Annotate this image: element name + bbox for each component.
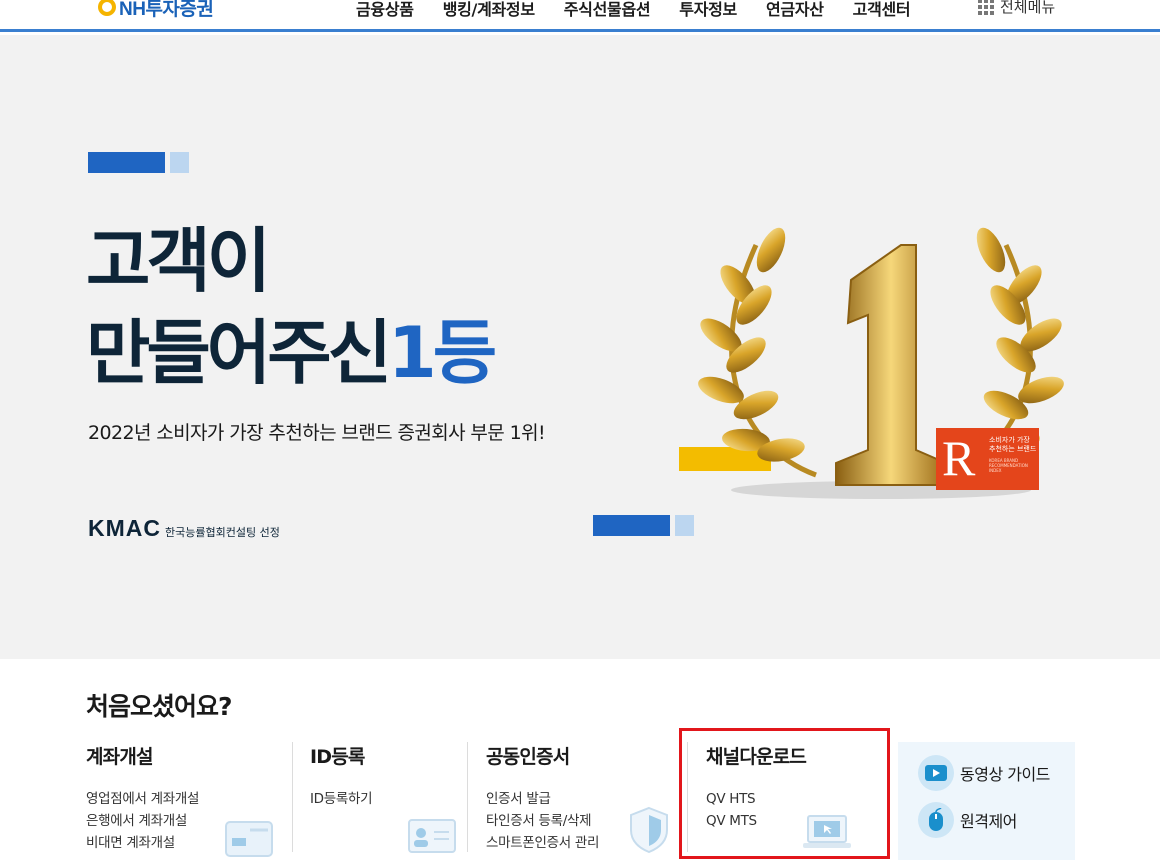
hero-title-line1: 고객이 (86, 220, 271, 302)
column-divider (292, 742, 293, 852)
decor-bar-blue-2 (593, 515, 670, 536)
main-nav: 금융상품 뱅킹/계좌정보 주식선물옵션 투자정보 연금자산 고객센터 (356, 0, 939, 20)
help-box: 동영상 가이드 원격제어 (898, 742, 1075, 860)
column-divider (467, 742, 468, 852)
nav-item-investment-info[interactable]: 투자정보 (679, 0, 737, 20)
logo-mark-icon (98, 0, 116, 16)
id-register-section: ID등록 ID등록하기 (310, 742, 460, 860)
badge-caption: 소비자가 가장 추천하는 브랜드 (989, 436, 1037, 453)
remote-control-label: 원격제어 (960, 812, 1017, 831)
brand-award-badge: R 소비자가 가장 추천하는 브랜드 KOREA BRAND RECOMMEND… (936, 428, 1039, 490)
hero-subtitle: 2022년 소비자가 가장 추천하는 브랜드 증권회사 부문 1위! (88, 422, 546, 444)
nav-item-stocks-futures[interactable]: 주식선물옵션 (564, 0, 651, 20)
remote-control-button[interactable]: 원격제어 (918, 802, 1017, 838)
hero-title-line2: 만들어주신1등 (86, 312, 497, 394)
id-register-link[interactable]: ID등록하기 (310, 788, 460, 810)
decor-bar-blue (88, 152, 165, 173)
video-guide-label: 동영상 가이드 (960, 765, 1050, 784)
site-header: NH투자증권 금융상품 뱅킹/계좌정보 주식선물옵션 투자정보 연금자산 고객센… (0, 0, 1160, 32)
kmac-logo: KMAC 한국능률협회컨설팅 선정 (88, 515, 280, 542)
nav-item-banking[interactable]: 뱅킹/계좌정보 (443, 0, 535, 20)
play-icon (918, 755, 954, 791)
account-opening-title: 계좌개설 (86, 746, 154, 768)
kmac-caption: 한국능률협회컨설팅 선정 (165, 526, 280, 539)
certificate-title: 공동인증서 (486, 746, 570, 768)
hero-title: 고객이 만들어주신1등 (86, 215, 497, 399)
hero-title-accent: 1등 (388, 312, 497, 394)
nav-item-customer-center[interactable]: 고객센터 (853, 0, 911, 20)
id-card-icon (408, 819, 456, 853)
grid-icon (978, 0, 994, 15)
brand-logo[interactable]: NH투자증권 (98, 0, 214, 20)
badge-small-caption: KOREA BRAND RECOMMENDATION INDEX (989, 458, 1028, 473)
decor-bar-light (170, 152, 189, 173)
mouse-icon (918, 802, 954, 838)
all-menu-label: 전체메뉴 (1000, 0, 1056, 16)
certificate-section: 공동인증서 인증서 발급 타인증서 등록/삭제 스마트폰인증서 관리 (486, 742, 676, 860)
nav-item-pension[interactable]: 연금자산 (766, 0, 824, 20)
shield-icon (630, 806, 668, 854)
all-menu-button[interactable]: 전체메뉴 (978, 0, 1055, 17)
hero-banner[interactable]: 고객이 만들어주신1등 2022년 소비자가 가장 추천하는 브랜드 증권회사 … (0, 35, 1160, 659)
account-opening-section: 계좌개설 영업점에서 계좌개설 은행에서 계좌개설 비대면 계좌개설 (86, 742, 286, 860)
channel-download-highlight (679, 728, 890, 859)
nav-item-financial-products[interactable]: 금융상품 (356, 0, 414, 20)
badge-r-logo: R (942, 430, 976, 486)
logo-text: NH투자증권 (119, 0, 214, 20)
video-guide-button[interactable]: 동영상 가이드 (918, 755, 1050, 791)
id-register-title: ID등록 (310, 746, 365, 768)
branch-account-link[interactable]: 영업점에서 계좌개설 (86, 788, 286, 810)
kmac-logo-text: KMAC (88, 515, 161, 541)
welcome-title: 처음오셨어요? (86, 692, 233, 721)
decor-bar-light-2 (675, 515, 694, 536)
card-icon (225, 821, 273, 857)
